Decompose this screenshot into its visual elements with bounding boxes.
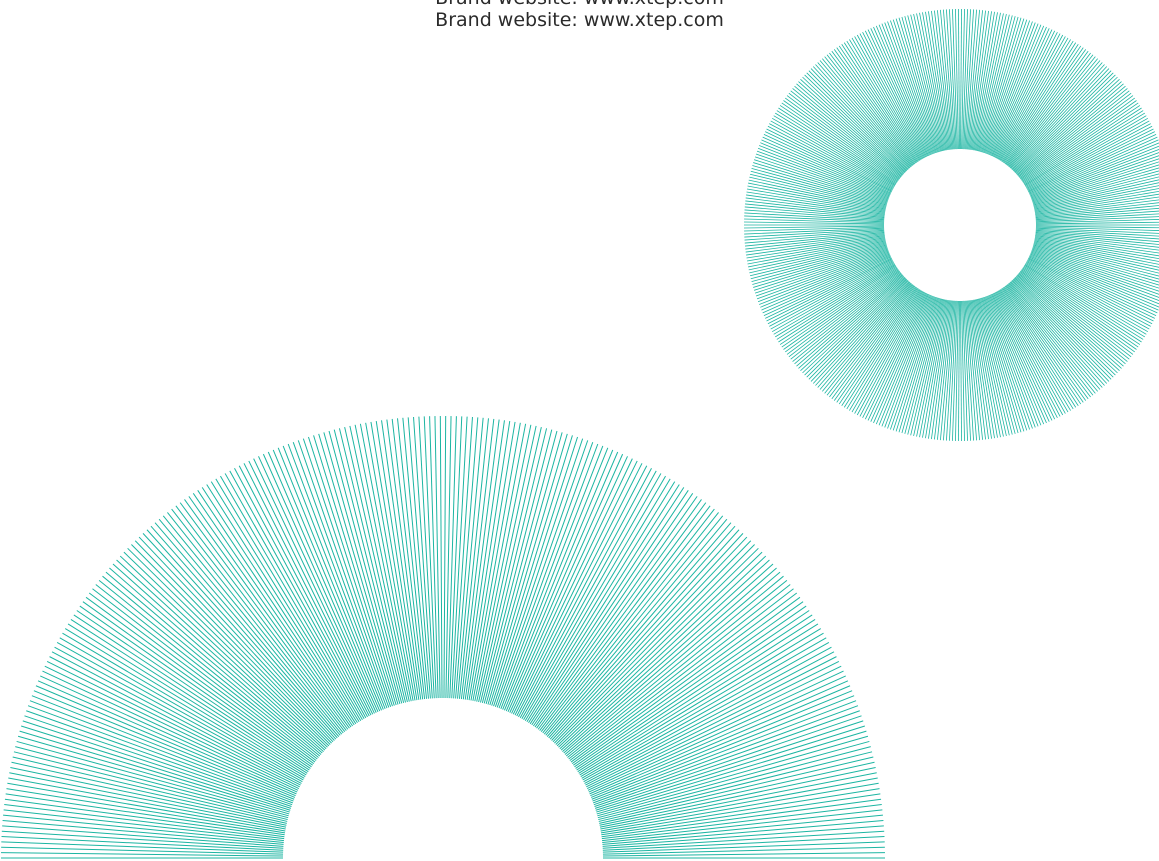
radial-line xyxy=(560,559,770,751)
small-radial-ring xyxy=(744,9,1159,441)
radial-line xyxy=(792,272,902,362)
radial-line xyxy=(747,238,886,265)
radial-line xyxy=(443,416,447,699)
radial-line xyxy=(505,451,619,712)
radial-line xyxy=(746,191,885,214)
radial-line xyxy=(4,798,285,838)
radial-line xyxy=(1018,272,1128,362)
radial-line xyxy=(958,9,960,150)
radial-line xyxy=(958,300,960,441)
radial-line xyxy=(468,421,516,701)
radial-line xyxy=(92,588,317,761)
radial-line xyxy=(1008,58,1098,167)
radial-line xyxy=(429,416,439,699)
radial-line xyxy=(146,529,337,740)
radial-line xyxy=(22,720,292,809)
radial-line xyxy=(824,283,913,394)
radial-line xyxy=(171,508,346,733)
radial-line xyxy=(591,695,855,800)
radial-line xyxy=(1008,283,1098,392)
radial-line xyxy=(594,720,864,809)
radial-line xyxy=(175,505,347,731)
radial-line xyxy=(590,685,851,797)
radial-line xyxy=(960,9,962,150)
radial-line xyxy=(824,56,913,167)
radial-line xyxy=(569,588,794,761)
radial-line xyxy=(516,465,648,717)
radial-line xyxy=(88,592,316,763)
radial-line xyxy=(313,435,397,706)
radial-line xyxy=(2,820,284,845)
radial-line xyxy=(960,300,962,441)
large-radial-fan xyxy=(1,416,885,859)
radial-line xyxy=(447,416,457,699)
radial-line xyxy=(302,438,393,707)
radial-line xyxy=(540,508,715,733)
radial-line xyxy=(601,798,882,838)
radial-line xyxy=(35,685,296,797)
radial-line xyxy=(413,416,433,699)
radial-line xyxy=(539,505,711,731)
radial-line xyxy=(267,451,381,712)
radial-line xyxy=(602,820,884,845)
radial-line xyxy=(822,283,912,392)
radial-line xyxy=(434,416,441,699)
radial-line xyxy=(105,571,322,755)
radial-line xyxy=(489,435,573,706)
radial-line xyxy=(1007,283,1096,394)
radial-line xyxy=(1007,56,1096,167)
radial-line xyxy=(570,592,798,763)
radial-line xyxy=(549,529,740,740)
radial-line xyxy=(31,695,295,800)
radial-line xyxy=(564,571,781,755)
radial-line xyxy=(238,465,370,717)
radial-line xyxy=(453,416,473,699)
decorative-art xyxy=(1,9,1159,859)
radial-line xyxy=(370,421,418,701)
radial-line xyxy=(746,236,885,259)
radial-line xyxy=(1018,88,1128,178)
radial-line xyxy=(445,416,452,699)
radial-line xyxy=(747,185,886,212)
radial-line xyxy=(792,88,902,178)
radial-line xyxy=(423,416,437,699)
document-page: Brand website: www.xtep.com Brand websit… xyxy=(0,0,1159,861)
radial-line xyxy=(822,58,912,167)
radial-line xyxy=(493,438,584,707)
radial-line xyxy=(439,416,443,699)
radial-line xyxy=(116,559,326,751)
radial-line xyxy=(449,416,463,699)
